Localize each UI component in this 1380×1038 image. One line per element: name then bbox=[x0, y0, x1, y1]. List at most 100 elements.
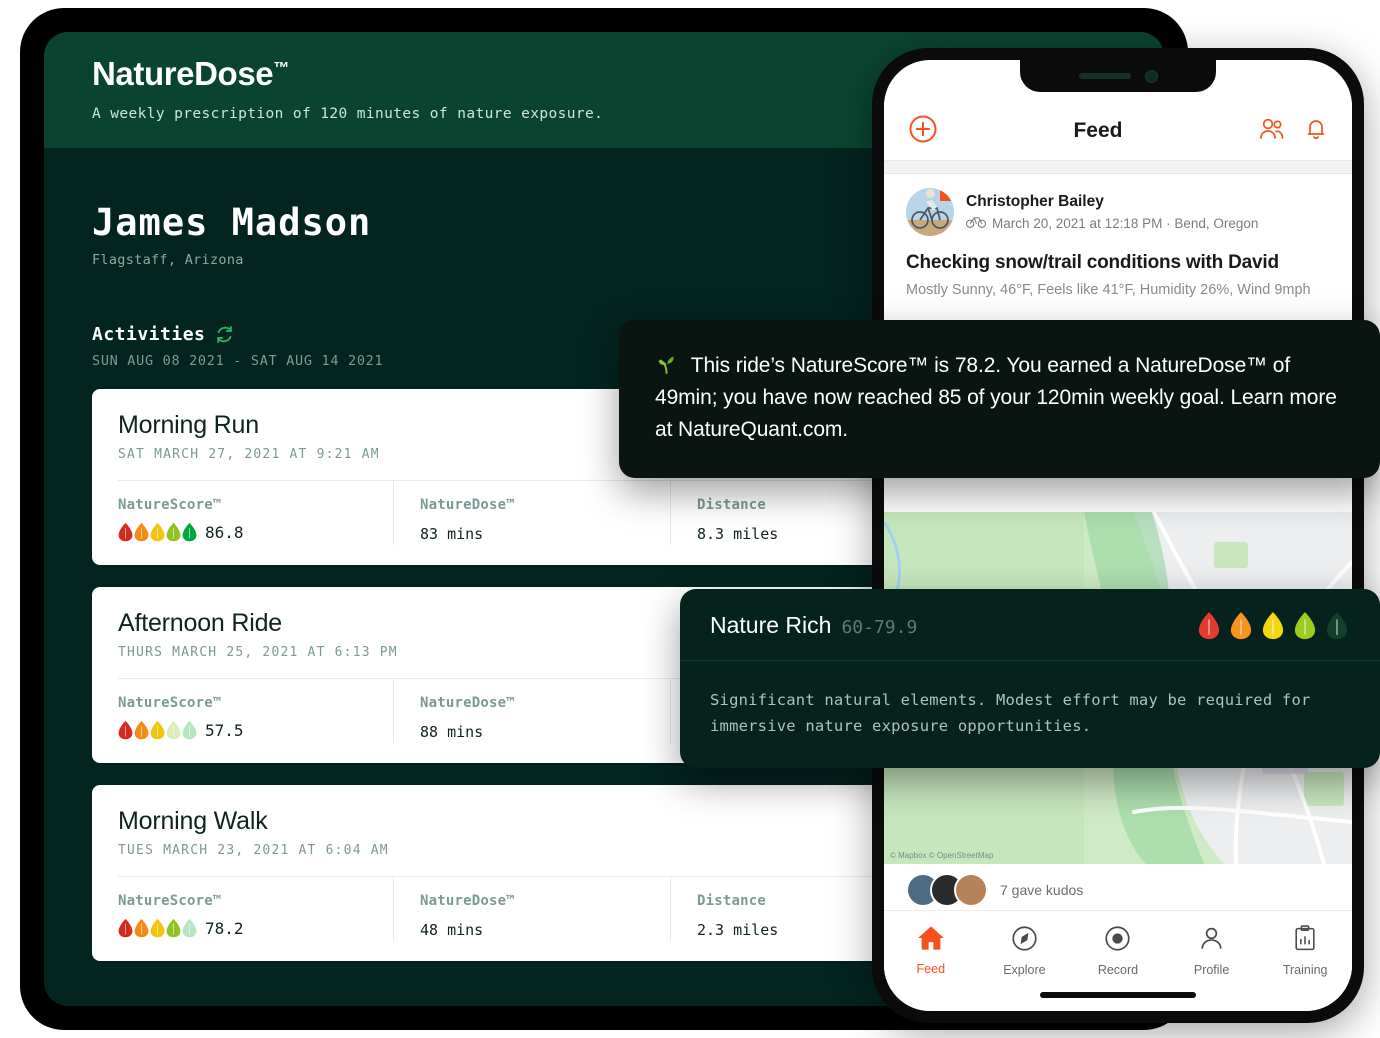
record-icon bbox=[1104, 925, 1131, 957]
earpiece-speaker bbox=[1078, 73, 1131, 79]
leaf-icon bbox=[150, 523, 165, 542]
phone-device-frame: Feed Christopher Bailey March 20, 2021 a… bbox=[872, 48, 1364, 1023]
tab-label: Explore bbox=[1003, 963, 1046, 977]
brand-trademark: ™ bbox=[273, 60, 289, 77]
nature-rich-header: Nature Rich 60-79.9 bbox=[680, 589, 1380, 661]
leaf-icon bbox=[166, 721, 181, 740]
leaf-icon bbox=[182, 522, 197, 542]
avatar bbox=[954, 872, 988, 907]
leaf-icon bbox=[1198, 611, 1220, 640]
avatar[interactable] bbox=[906, 188, 954, 236]
naturedose-value: 83 mins bbox=[420, 525, 484, 544]
map-attribution: © Mapbox © OpenStreetMap bbox=[890, 851, 994, 860]
people-icon[interactable] bbox=[1258, 116, 1286, 147]
leaf-icon bbox=[166, 523, 181, 542]
tab-label: Feed bbox=[916, 962, 946, 976]
naturescore-value: 57.5 bbox=[205, 720, 244, 740]
nature-rich-title: Nature Rich 60-79.9 bbox=[710, 612, 917, 639]
leaf-icon bbox=[134, 721, 149, 740]
naturescore-leaf-rating: 57.5 bbox=[118, 720, 393, 740]
leaf-icon bbox=[182, 919, 197, 938]
kudos-avatars bbox=[906, 872, 988, 907]
tab-feed[interactable]: Feed bbox=[884, 925, 978, 976]
post-weather: Mostly Sunny, 46°F, Feels like 41°F, Hum… bbox=[906, 282, 1311, 298]
leaf-icon bbox=[166, 919, 181, 938]
metric-label: NatureScore™ bbox=[118, 893, 222, 910]
tab-explore[interactable]: Explore bbox=[978, 925, 1072, 977]
post-header: Christopher Bailey March 20, 2021 at 12:… bbox=[906, 188, 1330, 236]
naturescore-value: 86.8 bbox=[205, 522, 244, 542]
metric-label: NatureDose™ bbox=[420, 695, 515, 712]
post-author-block: Christopher Bailey March 20, 2021 at 12:… bbox=[965, 193, 1259, 232]
tab-record[interactable]: Record bbox=[1071, 925, 1165, 977]
strava-feed-screen: Feed Christopher Bailey March 20, 2021 a… bbox=[884, 60, 1352, 1011]
nature-rich-leaf-rating bbox=[1198, 611, 1348, 640]
leaf-icon bbox=[134, 919, 149, 938]
naturescore-leaf-rating: 78.2 bbox=[118, 918, 393, 938]
post-meta: March 20, 2021 at 12:18 PM · Bend, Orego… bbox=[965, 215, 1259, 231]
naturescore-leaf-rating: 86.8 bbox=[118, 522, 393, 542]
tooltip-text-block: This ride’s NatureScore™ is 78.2. You ea… bbox=[655, 350, 1344, 446]
leaf-icon bbox=[134, 522, 149, 542]
leaf-icon bbox=[134, 523, 149, 542]
brand-name: NatureDose bbox=[92, 55, 274, 92]
leaf-icon bbox=[1230, 611, 1252, 640]
feed-title: Feed bbox=[1073, 119, 1123, 142]
tab-training[interactable]: Training bbox=[1258, 925, 1352, 977]
user-name: James Madson bbox=[92, 201, 372, 245]
leaf-icon bbox=[1326, 611, 1348, 640]
leaf-icon bbox=[1262, 612, 1284, 640]
compass-icon bbox=[1011, 925, 1038, 957]
home-indicator bbox=[1040, 992, 1196, 998]
topbar-actions bbox=[1258, 116, 1328, 147]
leaf-icon bbox=[166, 918, 181, 938]
leaf-icon bbox=[182, 918, 197, 938]
metric-naturescore: NatureScore™ 57.5 bbox=[118, 679, 393, 743]
metric-label: NatureScore™ bbox=[118, 497, 222, 514]
metric-naturedose: NatureDose™ 88 mins bbox=[393, 679, 670, 744]
kudos-row[interactable]: 7 gave kudos bbox=[884, 864, 1352, 916]
flag-badge-icon bbox=[940, 188, 954, 201]
leaf-icon bbox=[1326, 612, 1348, 640]
leaf-icon bbox=[118, 523, 133, 542]
feed-post[interactable]: Christopher Bailey March 20, 2021 at 12:… bbox=[884, 174, 1352, 298]
nature-rich-name: Nature Rich bbox=[710, 612, 832, 638]
kudos-count: 7 gave kudos bbox=[1000, 881, 1084, 898]
tab-label: Profile bbox=[1193, 963, 1230, 977]
user-location: Flagstaff, Arizona bbox=[92, 252, 244, 269]
bell-icon[interactable] bbox=[1304, 116, 1328, 147]
phone-topbar: Feed bbox=[884, 102, 1352, 160]
leaf-icon bbox=[1230, 612, 1252, 640]
leaf-icon bbox=[182, 523, 197, 542]
leaf-icon bbox=[1262, 611, 1284, 640]
leaf-icon bbox=[118, 720, 133, 740]
plus-circle-icon[interactable] bbox=[908, 114, 938, 149]
tooltip-text: This ride’s NatureScore™ is 78.2. You ea… bbox=[655, 354, 1337, 441]
leaf-icon bbox=[150, 918, 165, 938]
post-meta-text: March 20, 2021 at 12:18 PM · Bend, Orego… bbox=[992, 215, 1259, 231]
leaf-icon bbox=[182, 721, 197, 740]
leaf-icon bbox=[118, 918, 133, 938]
metric-label: NatureDose™ bbox=[420, 893, 515, 910]
refresh-icon[interactable] bbox=[215, 325, 234, 344]
metric-naturescore: NatureScore™ 78.2 bbox=[118, 877, 393, 941]
leaf-icon bbox=[150, 720, 165, 740]
front-camera-icon bbox=[1144, 69, 1158, 83]
leaf-icon bbox=[182, 720, 197, 740]
tab-label: Training bbox=[1282, 963, 1328, 977]
leaf-icon bbox=[150, 522, 165, 542]
nature-rich-card: Nature Rich 60-79.9 Significant natural … bbox=[680, 589, 1380, 768]
feed-section-divider bbox=[884, 160, 1352, 174]
leaf-icon bbox=[150, 721, 165, 740]
naturescore-value: 78.2 bbox=[205, 918, 244, 938]
home-icon bbox=[917, 925, 945, 956]
leaf-icon bbox=[118, 919, 133, 938]
activities-title-text: Activities bbox=[92, 324, 206, 346]
leaf-icon bbox=[134, 720, 149, 740]
metric-label: NatureDose™ bbox=[420, 497, 515, 514]
tab-label: Record bbox=[1097, 963, 1139, 977]
person-icon bbox=[1198, 925, 1225, 957]
leaf-icon bbox=[166, 720, 181, 740]
tab-profile[interactable]: Profile bbox=[1165, 925, 1259, 977]
leaf-icon bbox=[118, 721, 133, 740]
